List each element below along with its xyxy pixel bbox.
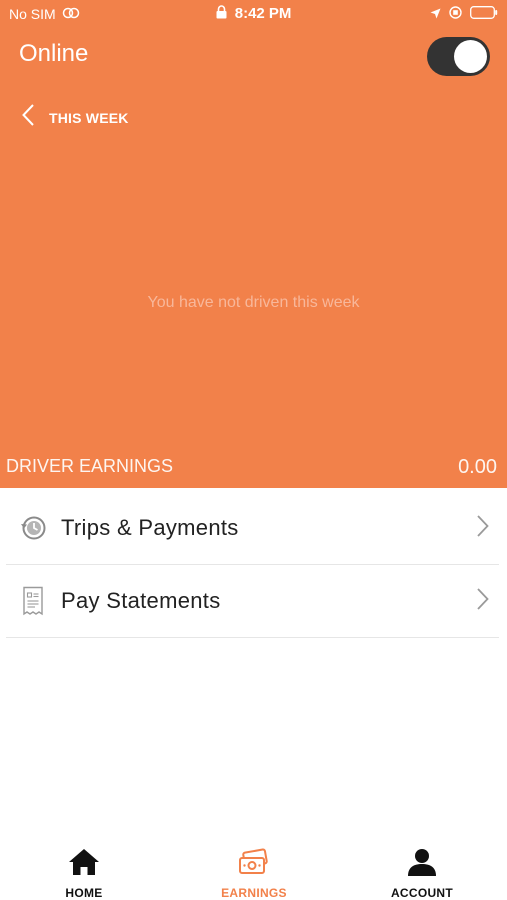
nav-home[interactable]: HOME xyxy=(19,848,149,900)
rotation-lock-icon xyxy=(449,6,462,22)
online-toggle[interactable] xyxy=(427,37,490,76)
period-label: THIS WEEK xyxy=(49,109,129,126)
chevron-right-icon xyxy=(477,587,489,615)
status-bar: No SIM 8:42 PM xyxy=(0,0,507,28)
statement-icon xyxy=(14,586,52,616)
pay-statements-label: Pay Statements xyxy=(61,588,221,613)
nav-home-label: HOME xyxy=(65,886,103,900)
trips-payments-row[interactable]: Trips & Payments xyxy=(6,492,499,565)
toggle-knob xyxy=(454,40,487,73)
history-icon xyxy=(14,514,52,542)
nav-account[interactable]: ACCOUNT xyxy=(357,848,487,900)
chevron-right-icon xyxy=(477,514,489,542)
earnings-icon xyxy=(238,848,270,881)
driver-earnings-label: DRIVER EARNINGS xyxy=(6,456,174,476)
account-icon xyxy=(407,848,437,881)
bottom-nav: HOME EARNINGS ACCOUNT xyxy=(0,840,507,900)
earnings-header-panel xyxy=(0,0,507,488)
empty-chart-message: You have not driven this week xyxy=(147,294,360,311)
driver-earnings-value: 0.00 xyxy=(458,456,497,478)
nav-earnings-label: EARNINGS xyxy=(221,886,287,900)
nav-account-label: ACCOUNT xyxy=(390,886,454,900)
clock-time: 8:42 PM xyxy=(234,5,292,22)
pay-statements-row[interactable]: Pay Statements xyxy=(6,565,499,638)
chevron-left-icon xyxy=(22,104,34,131)
nav-earnings[interactable]: EARNINGS xyxy=(189,848,319,900)
lock-icon xyxy=(216,5,227,23)
trips-payments-label: Trips & Payments xyxy=(61,515,239,540)
home-icon xyxy=(68,848,100,881)
period-back-button[interactable]: THIS WEEK xyxy=(22,104,129,131)
page-title: Online xyxy=(19,40,89,67)
battery-icon xyxy=(470,6,498,22)
location-arrow-icon xyxy=(430,6,441,22)
